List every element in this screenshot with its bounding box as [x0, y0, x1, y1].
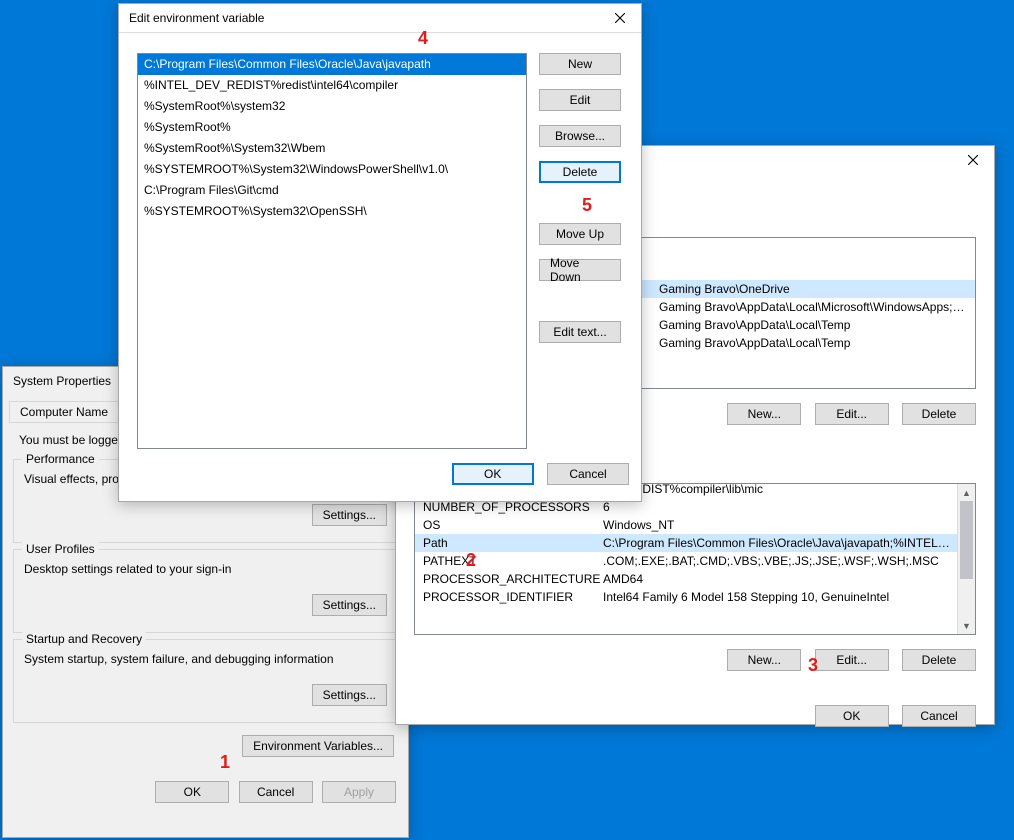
edit-env-ok-button[interactable]: OK	[452, 463, 534, 485]
system-properties-title: System Properties	[13, 374, 111, 388]
annotation-3: 3	[808, 655, 818, 676]
user-edit-button[interactable]: Edit...	[815, 403, 889, 425]
user-profiles-settings-button[interactable]: Settings...	[312, 594, 387, 616]
sys-var-row[interactable]: PathC:\Program Files\Common Files\Oracle…	[415, 534, 958, 552]
sys-var-row[interactable]: PATHEXT.COM;.EXE;.BAT;.CMD;.VBS;.VBE;.JS…	[415, 552, 958, 570]
move-down-button[interactable]: Move Down	[539, 259, 621, 281]
startup-text: System startup, system failure, and debu…	[24, 652, 387, 666]
delete-button[interactable]: Delete	[539, 161, 621, 183]
path-entry[interactable]: %SystemRoot%\system32	[138, 96, 526, 117]
environment-variables-button[interactable]: Environment Variables...	[242, 735, 394, 757]
sys-var-row[interactable]: PROCESSOR_IDENTIFIERIntel64 Family 6 Mod…	[415, 588, 958, 606]
new-button[interactable]: New	[539, 53, 621, 75]
path-entry[interactable]: C:\Program Files\Common Files\Oracle\Jav…	[138, 54, 526, 75]
scroll-down-icon[interactable]: ▼	[958, 617, 975, 634]
user-profiles-text: Desktop settings related to your sign-in	[24, 562, 387, 576]
sysprop-apply-button[interactable]: Apply	[322, 781, 396, 803]
path-entry[interactable]: %SystemRoot%\System32\Wbem	[138, 138, 526, 159]
user-profiles-group: User Profiles Desktop settings related t…	[13, 549, 398, 633]
path-entry[interactable]: %SYSTEMROOT%\System32\WindowsPowerShell\…	[138, 159, 526, 180]
edit-text-button[interactable]: Edit text...	[539, 321, 621, 343]
path-entries-list[interactable]: C:\Program Files\Common Files\Oracle\Jav…	[137, 53, 527, 449]
edit-env-titlebar[interactable]: Edit environment variable	[119, 4, 641, 33]
system-variables-list[interactable]: EV_REDIST%compiler\lib\micNUMBER_OF_PROC…	[414, 483, 976, 635]
sys-edit-button[interactable]: Edit...	[815, 649, 889, 671]
performance-settings-button[interactable]: Settings...	[312, 504, 387, 526]
annotation-2: 2	[466, 550, 476, 571]
sys-new-button[interactable]: New...	[727, 649, 801, 671]
user-new-button[interactable]: New...	[727, 403, 801, 425]
envvars-ok-button[interactable]: OK	[815, 705, 889, 727]
close-icon[interactable]	[605, 7, 635, 29]
browse-button[interactable]: Browse...	[539, 125, 621, 147]
close-icon[interactable]	[958, 149, 988, 171]
sysprop-cancel-button[interactable]: Cancel	[239, 781, 313, 803]
move-up-button[interactable]: Move Up	[539, 223, 621, 245]
annotation-5: 5	[582, 195, 592, 216]
scroll-thumb[interactable]	[960, 501, 973, 579]
path-entry[interactable]: %SystemRoot%	[138, 117, 526, 138]
sysprop-ok-button[interactable]: OK	[155, 781, 229, 803]
scrollbar[interactable]: ▲ ▼	[957, 484, 975, 634]
edit-env-title: Edit environment variable	[129, 11, 264, 25]
tab-computer-name[interactable]: Computer Name	[9, 401, 119, 422]
user-profiles-legend: User Profiles	[22, 542, 99, 556]
edit-button[interactable]: Edit	[539, 89, 621, 111]
annotation-4: 4	[418, 28, 428, 49]
user-delete-button[interactable]: Delete	[902, 403, 976, 425]
path-entry[interactable]: %INTEL_DEV_REDIST%redist\intel64\compile…	[138, 75, 526, 96]
annotation-1: 1	[220, 752, 230, 773]
startup-settings-button[interactable]: Settings...	[312, 684, 387, 706]
scroll-up-icon[interactable]: ▲	[958, 484, 975, 501]
sys-var-row[interactable]: OSWindows_NT	[415, 516, 958, 534]
edit-env-cancel-button[interactable]: Cancel	[547, 463, 629, 485]
path-entry[interactable]: C:\Program Files\Git\cmd	[138, 180, 526, 201]
edit-env-var-window: Edit environment variable C:\Program Fil…	[118, 3, 642, 502]
sys-var-row[interactable]: PROCESSOR_ARCHITECTUREAMD64	[415, 570, 958, 588]
envvars-cancel-button[interactable]: Cancel	[902, 705, 976, 727]
sys-delete-button[interactable]: Delete	[902, 649, 976, 671]
startup-legend: Startup and Recovery	[22, 632, 146, 646]
startup-group: Startup and Recovery System startup, sys…	[13, 639, 398, 723]
performance-legend: Performance	[22, 452, 99, 466]
path-entry[interactable]: %SYSTEMROOT%\System32\OpenSSH\	[138, 201, 526, 222]
